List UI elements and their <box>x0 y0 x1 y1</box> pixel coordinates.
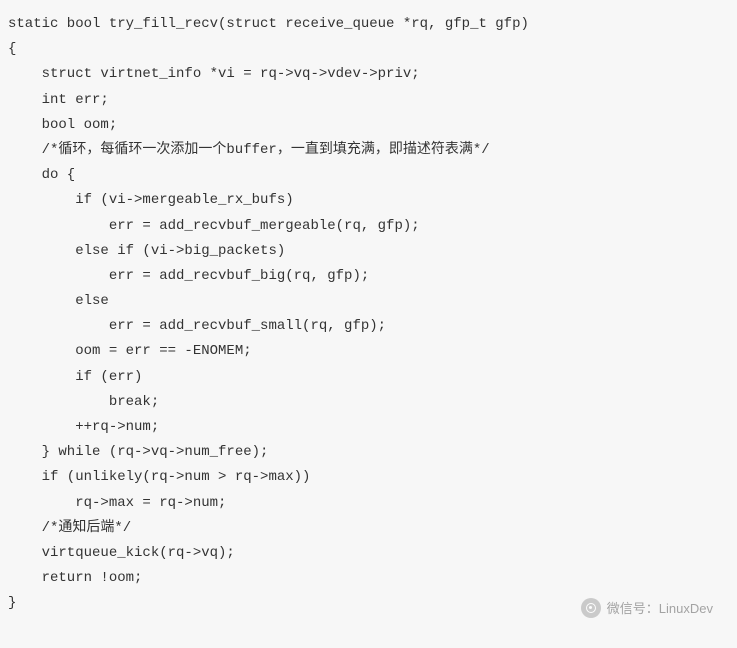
code-line: else if (vi->big_packets) <box>8 239 729 264</box>
code-line: break; <box>8 390 729 415</box>
code-line: bool oom; <box>8 113 729 138</box>
code-line: return !oom; <box>8 566 729 591</box>
code-line: err = add_recvbuf_small(rq, gfp); <box>8 314 729 339</box>
code-line: rq->max = rq->num; <box>8 491 729 516</box>
code-line: virtqueue_kick(rq->vq); <box>8 541 729 566</box>
code-line: /*循环，每循环一次添加一个buffer，一直到填充满，即描述符表满*/ <box>8 138 729 163</box>
code-line: else <box>8 289 729 314</box>
code-line: if (vi->mergeable_rx_bufs) <box>8 188 729 213</box>
code-line: struct virtnet_info *vi = rq->vq->vdev->… <box>8 62 729 87</box>
code-line: int err; <box>8 88 729 113</box>
watermark-text: 微信号：LinuxDev <box>607 597 713 620</box>
code-line: static bool try_fill_recv(struct receive… <box>8 12 729 37</box>
code-line: } while (rq->vq->num_free); <box>8 440 729 465</box>
code-line: if (err) <box>8 365 729 390</box>
code-line: do { <box>8 163 729 188</box>
code-line: err = add_recvbuf_mergeable(rq, gfp); <box>8 214 729 239</box>
code-block: static bool try_fill_recv(struct receive… <box>8 12 729 617</box>
code-line: ++rq->num; <box>8 415 729 440</box>
code-line: /*通知后端*/ <box>8 516 729 541</box>
code-line: err = add_recvbuf_big(rq, gfp); <box>8 264 729 289</box>
wechat-icon <box>581 598 601 618</box>
code-line: oom = err == -ENOMEM; <box>8 339 729 364</box>
code-line: { <box>8 37 729 62</box>
watermark: 微信号：LinuxDev <box>581 597 713 620</box>
code-line: if (unlikely(rq->num > rq->max)) <box>8 465 729 490</box>
